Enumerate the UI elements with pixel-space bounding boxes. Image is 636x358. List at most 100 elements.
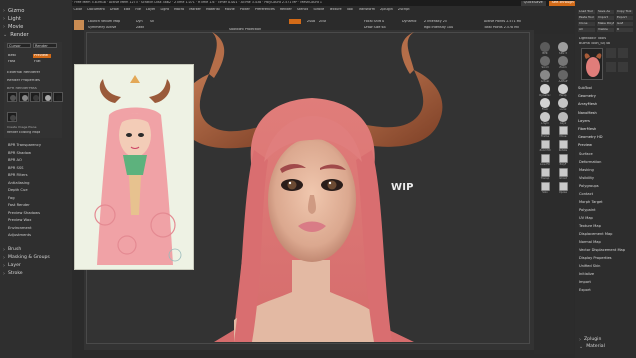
tool-section-deformation[interactable]: Deformation [579, 160, 601, 164]
shelf-aahalf[interactable]: AAHalf [556, 70, 570, 83]
tool-header-make-polymesh3d[interactable]: Make PolyMesh3D [597, 22, 614, 27]
shelf-floor[interactable]: Floor [538, 98, 552, 111]
tool-section-arraymesh[interactable]: ArrayMesh [578, 102, 597, 106]
rgb-intensity-slider[interactable]: Rgb Intensity 100 [424, 26, 453, 29]
menu-tool[interactable]: Tool [347, 8, 354, 11]
symmetry-button[interactable]: Symmetry Active [88, 26, 116, 29]
shelf-xpose[interactable]: Xpose [556, 182, 570, 195]
render-subitem-preview-wax[interactable]: Preview Wax [8, 218, 31, 223]
shelf-zoom3d[interactable]: Zoom3D [538, 140, 552, 153]
render-subitem-bpr-sss[interactable]: BPR SSS [8, 166, 24, 171]
tool-header-load-tool[interactable]: Load Tool [578, 10, 595, 15]
tool-section-display-properties[interactable]: Display Properties [579, 256, 612, 260]
tool-section-fibermesh[interactable]: FiberMesh [578, 127, 596, 131]
menu-file[interactable]: File [135, 8, 141, 11]
tool-section-visibility[interactable]: Visibility [579, 176, 594, 180]
tool-section-masking[interactable]: Masking [579, 168, 594, 172]
zsub-button[interactable]: Zsub [307, 20, 315, 23]
shelf-transp[interactable]: Transp [538, 168, 552, 181]
shadow-pass-thumb[interactable] [7, 92, 17, 102]
mask-pass-thumb[interactable] [41, 92, 52, 102]
cursor-button[interactable]: Cursor [7, 43, 31, 48]
tool-section-contact[interactable]: Contact [579, 192, 593, 196]
menu-preferences[interactable]: Preferences [255, 8, 275, 11]
dynamic-button[interactable]: Dynamic [402, 20, 417, 23]
floor-pass-thumb[interactable] [7, 111, 17, 122]
fast-button[interactable]: Fast [7, 60, 31, 64]
tool-section-polypaint[interactable]: Polypaint [579, 208, 596, 212]
section-masking-groups[interactable]: › Masking & Groups [3, 254, 50, 261]
tool-section-import[interactable]: Import [579, 280, 591, 284]
preview-button[interactable]: Preview [33, 54, 51, 58]
quicksave-button[interactable]: QuickSave [520, 0, 546, 6]
menu-transform[interactable]: Transform [358, 8, 375, 11]
menu-edit[interactable]: Edit [124, 8, 131, 11]
shelf-move[interactable]: Move [556, 126, 570, 139]
tool-thumbnail[interactable] [581, 48, 603, 80]
render-button[interactable]: Render [33, 43, 57, 48]
tool-section-vector-displacement-map[interactable]: Vector Displacement Map [579, 248, 625, 252]
render-subitem-depth-cue[interactable]: Depth Cue [8, 188, 28, 193]
shelf-gxyz[interactable]: Gxyz [556, 112, 570, 125]
tool-header-visible[interactable]: Visible [597, 28, 614, 33]
render-subitem-fog[interactable]: Fog [8, 196, 15, 201]
render-subitem-bpr-ao[interactable]: BPR AO [8, 158, 22, 163]
shelf-rotate[interactable]: Rotate [556, 140, 570, 153]
external-renderer-item[interactable]: External Renderer [7, 71, 40, 75]
section-brush[interactable]: › Brush [3, 246, 21, 253]
menu-light[interactable]: Light [160, 8, 168, 11]
tool-header-clone[interactable]: Clone [578, 22, 595, 27]
render-existing-maps-button[interactable]: Render Existing Maps [7, 131, 40, 134]
tool-header-paste-tool[interactable]: Paste Tool [578, 16, 595, 21]
draw-size-slider[interactable]: Draw Size 64 [364, 26, 386, 29]
render-properties-item[interactable]: Render Properties [7, 79, 40, 83]
menu-texture[interactable]: Texture [329, 8, 341, 11]
menu-document[interactable]: Document [87, 8, 105, 11]
depth-pass-thumb[interactable] [18, 92, 29, 102]
best-button[interactable]: Best [7, 54, 31, 58]
render-subitem-adjustments[interactable]: Adjustments [8, 233, 31, 238]
tool-section-displacement-map[interactable]: Displacement Map [579, 232, 612, 236]
create-image-plane-button[interactable]: Create Image Plane [7, 126, 37, 129]
flat-button[interactable]: Flat [33, 60, 51, 64]
menu-draw[interactable]: Draw [110, 8, 119, 11]
shelf-polyf[interactable]: PolyF [556, 154, 570, 167]
tool-section-unified-skin[interactable]: Unified Skin [579, 264, 600, 268]
shelf-l-sym[interactable]: L.Sym [538, 112, 552, 125]
tool-header-import[interactable]: Import [597, 16, 614, 21]
menu-macro[interactable]: Macro [174, 8, 184, 11]
material-thumb[interactable] [618, 62, 628, 72]
tool-section-subtool[interactable]: SubTool [578, 86, 592, 90]
render-subitem-bpr-transparency[interactable]: BPR Transparency [8, 143, 41, 148]
render-subitem-environment[interactable]: Environment [8, 226, 32, 231]
shelf-dynamic[interactable]: Dynamic [538, 84, 552, 97]
menu-stroke[interactable]: Stroke [313, 8, 324, 11]
ao-pass-thumb[interactable] [30, 92, 40, 102]
render-subitem-antialiasing[interactable]: Antialiasing [8, 181, 30, 186]
shelf-zoom[interactable]: Zoom [556, 56, 570, 69]
sk-button[interactable]: Sk [150, 20, 154, 23]
shelf-line-fill[interactable]: Line Fill [538, 154, 552, 167]
section-zplugin[interactable]: › Zplugin [579, 336, 601, 343]
menu-picker[interactable]: Picker [240, 8, 250, 11]
tool-header-r[interactable]: R [616, 28, 633, 33]
shelf-persp[interactable]: Persp [556, 84, 570, 97]
zcut-button[interactable]: Zcut [319, 20, 326, 23]
shelf-frame[interactable]: Frame [538, 126, 552, 139]
tool-section-texture-map[interactable]: Texture Map [579, 224, 601, 228]
render-subitem-bpr-filters[interactable]: BPR Filters [8, 173, 28, 178]
section-movie[interactable]: › Movie [3, 23, 23, 30]
lightbox-vellum-button[interactable]: Launch Vellum Map [88, 20, 120, 23]
tool-section-nanomesh[interactable]: NanoMesh [578, 111, 597, 115]
shelf-actual[interactable]: Actual [538, 70, 552, 83]
menu-render[interactable]: Render [280, 8, 292, 11]
tool-section-export[interactable]: Export [579, 288, 591, 292]
menu-material[interactable]: Material [206, 8, 220, 11]
focal-shift-slider[interactable]: Focal Shift 0 [364, 20, 384, 23]
dyn-button[interactable]: Dyn [136, 20, 143, 23]
zadd-button[interactable]: Zadd [136, 26, 144, 29]
section-render[interactable]: ⌄ Render [3, 31, 29, 38]
alpha-thumb[interactable] [618, 48, 628, 58]
tool-section-geometry-hd[interactable]: Geometry HD [578, 135, 603, 139]
tool-header-goz[interactable]: GoZ [616, 22, 633, 27]
